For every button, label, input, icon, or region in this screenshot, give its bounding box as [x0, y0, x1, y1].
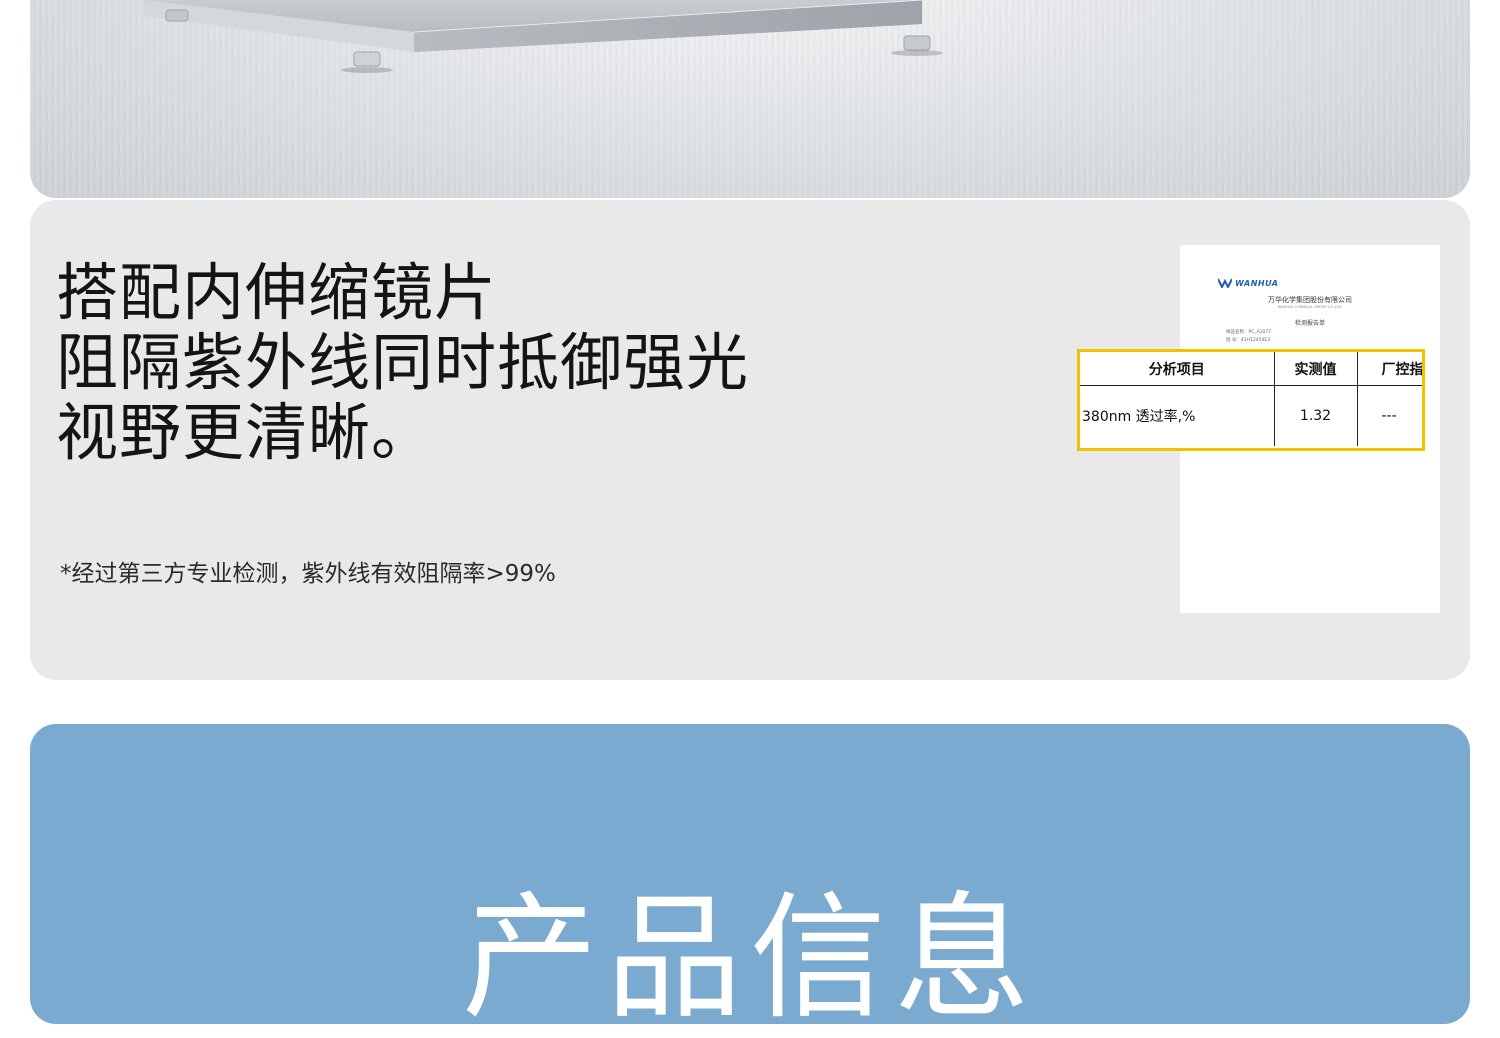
table-row: 380nm 透过率,% 1.32 --- — [1080, 385, 1422, 446]
test-result-table: 分析项目 实测值 厂控指 380nm 透过率,% 1.32 --- — [1080, 352, 1422, 446]
cabinet-base-image — [114, 0, 943, 73]
cell-measured-value: 1.32 — [1274, 385, 1358, 446]
report-company-en: WANHUA CHEMICAL GROUP CO.,LTD. — [1277, 305, 1343, 309]
report-field-sample: 样品名称：PC_A1077 — [1226, 330, 1272, 335]
table-header-row: 分析项目 实测值 厂控指 — [1080, 352, 1422, 386]
wanhua-logo: WANHUA — [1218, 275, 1278, 291]
headline-line-3: 视野更清晰。 — [56, 396, 435, 469]
report-company: 万华化学集团股份有限公司 — [1268, 296, 1352, 304]
header-factory-spec: 厂控指 — [1357, 352, 1422, 386]
product-photo-panel — [30, 0, 1470, 198]
cabinet-illustration — [144, 0, 943, 73]
headline-line-2: 阻隔紫外线同时抵御强光 — [56, 326, 750, 399]
cell-analysis-item: 380nm 透过率,% — [1080, 385, 1275, 446]
wanhua-logo-icon — [1218, 278, 1232, 288]
report-field-batch: 批 号：41H12454E3 — [1226, 338, 1271, 343]
test-footnote: *经过第三方专业检测，紫外线有效阻隔率>99% — [60, 561, 556, 587]
logo-text: WANHUA — [1235, 278, 1279, 288]
uv-protection-info-panel: 搭配内伸缩镜片 阻隔紫外线同时抵御强光 视野更清晰。 *经过第三方专业检测，紫外… — [30, 200, 1470, 680]
report-title: 检测报告单 — [1294, 320, 1325, 327]
cell-factory-spec: --- — [1381, 408, 1397, 424]
header-measured-value: 实测值 — [1274, 352, 1358, 386]
product-info-panel: 产品信息 — [30, 724, 1470, 1034]
header-analysis-item: 分析项目 — [1080, 352, 1275, 386]
highlighted-test-result: 分析项目 实测值 厂控指 380nm 透过率,% 1.32 --- — [1077, 349, 1425, 451]
headline: 搭配内伸缩镜片 阻隔紫外线同时抵御强光 视野更清晰。 — [56, 258, 816, 468]
headline-line-1: 搭配内伸缩镜片 — [56, 256, 498, 329]
product-info-title: 产品信息 — [462, 880, 1038, 1038]
